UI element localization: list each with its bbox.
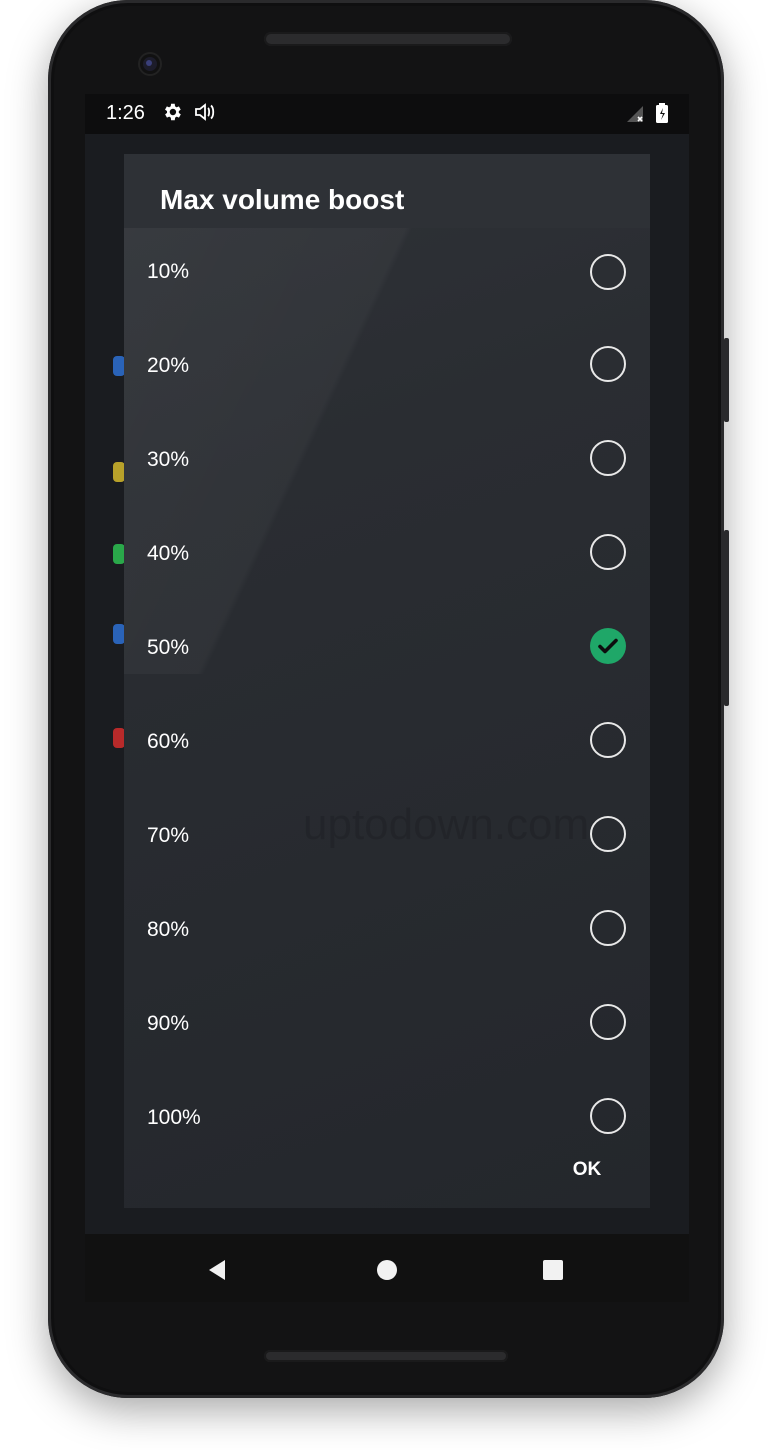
- option-label: 40%: [147, 542, 190, 565]
- dialog-title-bar: Max volume boost: [124, 154, 650, 228]
- radio-unchecked-icon[interactable]: [590, 1098, 626, 1134]
- navigation-bar: [85, 1234, 689, 1302]
- radio-checked-icon[interactable]: [590, 628, 626, 664]
- status-bar: 1:26: [85, 94, 689, 134]
- option-label: 70%: [147, 824, 190, 847]
- option-label: 100%: [147, 1106, 201, 1129]
- list-item[interactable]: 20%: [124, 311, 650, 405]
- radio-unchecked-icon[interactable]: [590, 910, 626, 946]
- radio-unchecked-icon[interactable]: [590, 254, 626, 290]
- list-item[interactable]: 30%: [124, 405, 650, 499]
- top-speaker: [264, 32, 512, 46]
- back-icon[interactable]: [205, 1258, 229, 1287]
- option-label: 80%: [147, 918, 190, 941]
- option-label: 20%: [147, 354, 190, 377]
- power-button: [724, 338, 729, 422]
- list-item[interactable]: 40%: [124, 499, 650, 593]
- option-label: 30%: [147, 448, 190, 471]
- radio-unchecked-icon[interactable]: [590, 346, 626, 382]
- radio-unchecked-icon[interactable]: [590, 816, 626, 852]
- list-item[interactable]: 90%: [124, 969, 650, 1063]
- option-label: 60%: [147, 730, 190, 753]
- bottom-speaker: [264, 1350, 508, 1362]
- list-item[interactable]: 50%: [124, 593, 650, 687]
- screen: 1:26 10% 20% 30% 40% 50% 60% 70% 80% 90% 100% Ma…: [85, 94, 689, 1302]
- ok-button[interactable]: OK: [557, 1150, 617, 1190]
- status-time: 1:26: [106, 102, 145, 124]
- option-label: 10%: [147, 260, 190, 283]
- radio-unchecked-icon[interactable]: [590, 440, 626, 476]
- volume-icon: [193, 102, 217, 127]
- front-camera: [140, 54, 160, 74]
- list-item[interactable]: 80%: [124, 875, 650, 969]
- home-icon[interactable]: [375, 1258, 399, 1287]
- options-list[interactable]: 10% 20% 30% 40% 50% 60% 70% 80% 90% 100%: [124, 194, 650, 1134]
- signal-icon: [625, 104, 645, 129]
- radio-unchecked-icon[interactable]: [590, 722, 626, 758]
- option-label: 50%: [147, 636, 190, 659]
- list-item[interactable]: 60%: [124, 687, 650, 781]
- volume-button: [724, 530, 729, 706]
- settings-icon: [161, 101, 183, 128]
- radio-unchecked-icon[interactable]: [590, 1004, 626, 1040]
- list-item[interactable]: 100%: [124, 1063, 650, 1157]
- volume-boost-dialog: 10% 20% 30% 40% 50% 60% 70% 80% 90% 100% Max vol…: [124, 154, 650, 1208]
- dialog-title: Max volume boost: [160, 184, 405, 215]
- battery-icon: [655, 102, 669, 129]
- option-label: 90%: [147, 1012, 190, 1035]
- radio-unchecked-icon[interactable]: [590, 534, 626, 570]
- recents-icon[interactable]: [541, 1258, 565, 1287]
- watermark: uptodown.com: [303, 800, 590, 849]
